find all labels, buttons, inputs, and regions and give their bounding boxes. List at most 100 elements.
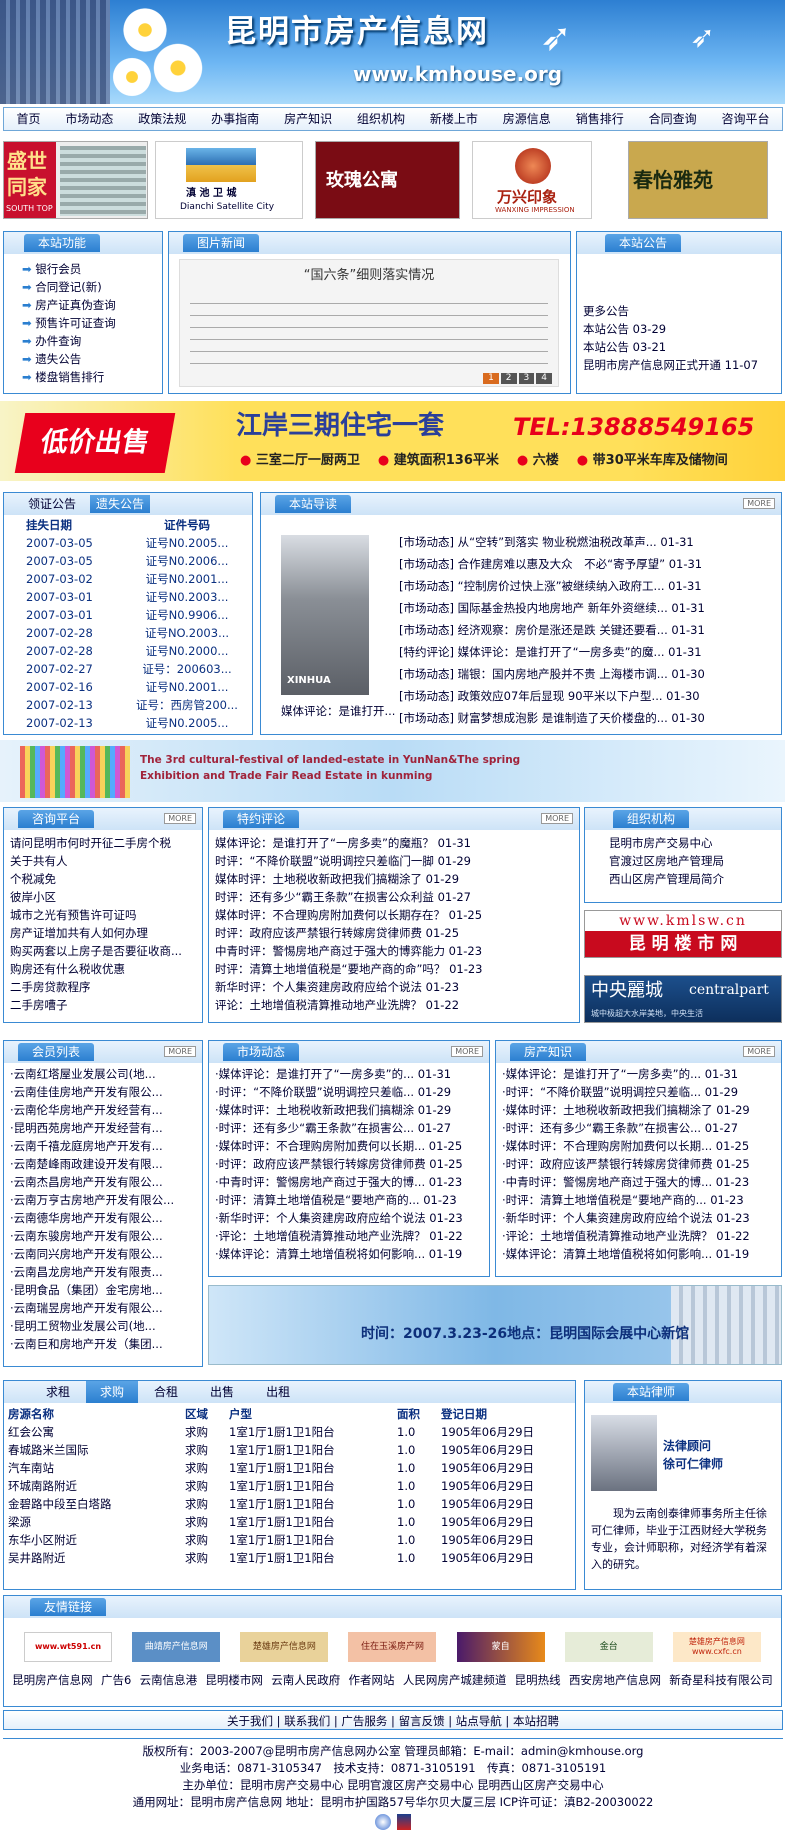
comment-item[interactable]: 新华时评：个人集资建房政府应给个说法 01-23 xyxy=(215,978,573,996)
func-item[interactable]: ➡ 合同登记(新) xyxy=(22,278,156,296)
guide-item[interactable]: [市场动态] 从“空转”到落实 物业税燃油税改革声... 01-31 xyxy=(399,531,705,553)
consult-item[interactable]: 二手房贷款程序 xyxy=(10,978,196,996)
nav-ranking[interactable]: 销售排行 xyxy=(576,112,624,126)
table-row[interactable]: 2007-03-02 证号N0.2001... xyxy=(22,571,242,589)
tab-buy-want[interactable]: 求购 xyxy=(86,1381,139,1403)
consult-item[interactable]: 关于共有人 xyxy=(10,852,196,870)
guide-item[interactable]: [市场动态] 瑞银：国内房地产股并不贵 上海楼市调... 01-30 xyxy=(399,663,705,685)
link-text[interactable]: 人民网房产城建频道 xyxy=(403,1673,507,1688)
table-row[interactable]: 2007-02-28 证号NO.2003... xyxy=(22,625,242,643)
link-logo[interactable]: 金台 xyxy=(564,1632,653,1662)
member-item[interactable]: ·昆明食品（集团）金宅房地... xyxy=(10,1281,196,1299)
ad-rose[interactable]: 玫瑰公寓 xyxy=(315,141,460,219)
member-item[interactable]: ·云南德华房地产开发有限公... xyxy=(10,1209,196,1227)
consult-item[interactable]: 房产证增加共有人如何办理 xyxy=(10,924,196,942)
member-item[interactable]: ·云南巨和房地产开发（集团... xyxy=(10,1335,196,1353)
page-3[interactable]: 3 xyxy=(518,373,535,384)
knowledge-item[interactable]: ·时评：清算土地增值税是“要地产商的... 01-23 xyxy=(502,1191,775,1209)
nav-guide[interactable]: 办事指南 xyxy=(211,112,259,126)
picnews-image[interactable]: “国六条”细则落实情况 1 2 3 4 xyxy=(179,259,559,387)
consult-item[interactable]: 城市之光有预售许可证吗 xyxy=(10,906,196,924)
festival-banner[interactable]: The 3rd cultural-festival of landed-esta… xyxy=(0,740,785,802)
org-item[interactable]: 昆明市房产交易中心 xyxy=(609,834,775,852)
market-item[interactable]: ·时评：“不降价联盟”说明调控只差临... 01-29 xyxy=(215,1083,483,1101)
comment-item[interactable]: 时评：清算土地增值税是“要地产商的命”吗？ 01-23 xyxy=(215,960,573,978)
construction-image[interactable]: XINHUA xyxy=(281,535,369,695)
notice-item[interactable]: 本站公告 03-21 xyxy=(583,338,775,356)
comment-item[interactable]: 时评：“不降价联盟”说明调控只差临门一脚 01-29 xyxy=(215,852,573,870)
table-row[interactable]: 2007-02-13 证号N0.2005... xyxy=(22,715,242,733)
nav-knowledge[interactable]: 房产知识 xyxy=(284,112,332,126)
guide-item[interactable]: [市场动态] 财富梦想成泡影 是谁制造了天价楼盘的... 01-30 xyxy=(399,707,705,729)
ad-dianchi[interactable]: 滇 池 卫 城 Dianchi Satellite City xyxy=(155,141,303,219)
market-item[interactable]: ·评论：土地增值税清算推动地产业洗牌？ 01-22 xyxy=(215,1227,483,1245)
link-text[interactable]: 西安房地产信息网 xyxy=(569,1673,661,1688)
ad-shengshi[interactable]: 盛世同家 SOUTH TOP xyxy=(3,141,148,219)
notice-more[interactable]: 更多公告 xyxy=(583,302,775,320)
member-item[interactable]: ·云南杰昌房地产开发有限公... xyxy=(10,1173,196,1191)
guide-item[interactable]: [市场动态] 合作建房难以惠及大众 不必“寄予厚望” 01-31 xyxy=(399,553,705,575)
market-item[interactable]: ·时评：清算土地增值税是“要地产商的... 01-23 xyxy=(215,1191,483,1209)
table-row[interactable]: 金碧路中段至白塔路 求购 1室1厅1厨1卫1阳台 1.0 1905年06月29日 xyxy=(4,1496,538,1514)
footer-links[interactable]: 关于我们 | 联系我们 | 广告服务 | 留言反馈 | 站点导航 | 本站招聘 xyxy=(3,1710,783,1730)
ad-chunyi[interactable]: 春怡雅苑 xyxy=(628,141,768,219)
member-item[interactable]: ·云南楚峰雨政建设开发有限... xyxy=(10,1155,196,1173)
table-row[interactable]: 东华小区附近 求购 1室1厅1厨1卫1阳台 1.0 1905年06月29日 xyxy=(4,1532,538,1550)
promo-banner[interactable]: 低价出售 江岸三期住宅一套 TEL:13888549165 ● 三室二厅一厨两卫… xyxy=(0,401,785,481)
tab-certs[interactable]: 领证公告 xyxy=(28,497,76,511)
comment-item[interactable]: 时评：还有多少“霸王条款”在损害公众利益 01-27 xyxy=(215,888,573,906)
ad-wanxing[interactable]: 万兴印象 WANXING IMPRESSION xyxy=(472,141,592,219)
consult-item[interactable]: 购房还有什么税收优惠 xyxy=(10,960,196,978)
tab-sale[interactable]: 出售 xyxy=(194,1381,250,1403)
func-item[interactable]: ➡ 预售许可证查询 xyxy=(22,314,156,332)
more-button[interactable]: MORE xyxy=(164,813,196,824)
table-row[interactable]: 汽车南站 求购 1室1厅1厨1卫1阳台 1.0 1905年06月29日 xyxy=(4,1460,538,1478)
func-item[interactable]: ➡ 遗失公告 xyxy=(22,350,156,368)
guide-item[interactable]: [市场动态] “控制房价过快上涨”被继续纳入政府工... 01-31 xyxy=(399,575,705,597)
nav-consult[interactable]: 咨询平台 xyxy=(722,112,770,126)
table-row[interactable]: 2007-02-28 证号N0.2000... xyxy=(22,643,242,661)
more-button[interactable]: MORE xyxy=(451,1046,483,1057)
knowledge-item[interactable]: ·时评：还有多少“霸王条款”在损害公... 01-27 xyxy=(502,1119,775,1137)
badge-icon[interactable] xyxy=(375,1814,391,1830)
guide-item[interactable]: [市场动态] 国际基金热投内地房地产 新年外资继续... 01-31 xyxy=(399,597,705,619)
more-button[interactable]: MORE xyxy=(164,1046,196,1057)
func-item[interactable]: ➡ 银行会员 xyxy=(22,260,156,278)
police-icon[interactable] xyxy=(397,1814,411,1830)
guide-item[interactable]: [市场动态] 政策效应07年后显现 90平米以下户型... 01-30 xyxy=(399,685,705,707)
link-logo[interactable]: 住在玉溪房产网 xyxy=(348,1632,437,1662)
link-text[interactable]: 云南人民政府 xyxy=(271,1673,340,1688)
knowledge-item[interactable]: ·时评：政府应该严禁银行转嫁房贷律师费 01-25 xyxy=(502,1155,775,1173)
org-item[interactable]: 官渡过区房地产管理局 xyxy=(609,852,775,870)
link-text[interactable]: 昆明热线 xyxy=(515,1673,561,1688)
knowledge-item[interactable]: ·媒体时评：土地税收新政把我们搞糊涂了 01-29 xyxy=(502,1101,775,1119)
expo-banner[interactable]: 时间：2007.3.23-26地点：昆明国际会展中心新馆 xyxy=(208,1285,782,1365)
market-item[interactable]: ·媒体时评：不合理购房附加费何以长期... 01-25 xyxy=(215,1137,483,1155)
func-item[interactable]: ➡ 房产证真伪查询 xyxy=(22,296,156,314)
link-text[interactable]: 昆明楼市网 xyxy=(205,1673,263,1688)
consult-item[interactable]: 购买两套以上房子是否要征收商... xyxy=(10,942,196,960)
market-item[interactable]: ·新华时评：个人集资建房政府应给个说法 01-23 xyxy=(215,1209,483,1227)
consult-item[interactable]: 个税减免 xyxy=(10,870,196,888)
notice-item[interactable]: 本站公告 03-29 xyxy=(583,320,775,338)
member-item[interactable]: ·云南瑞昱房地产开发有限公... xyxy=(10,1299,196,1317)
member-item[interactable]: ·云南同兴房地产开发有限公... xyxy=(10,1245,196,1263)
table-row[interactable]: 梁源 求购 1室1厅1厨1卫1阳台 1.0 1905年06月29日 xyxy=(4,1514,538,1532)
table-row[interactable]: 2007-02-16 证号N0.2001... xyxy=(22,679,242,697)
link-text[interactable]: 广告6 xyxy=(101,1673,131,1688)
link-text[interactable]: 作者网站 xyxy=(349,1673,395,1688)
more-button[interactable]: MORE xyxy=(541,813,573,824)
knowledge-item[interactable]: ·新华时评：个人集资建房政府应给个说法 01-23 xyxy=(502,1209,775,1227)
comment-item[interactable]: 媒体时评：不合理购房附加费何以长期存在？ 01-25 xyxy=(215,906,573,924)
comment-item[interactable]: 评论：土地增值税清算推动地产业洗牌？ 01-22 xyxy=(215,996,573,1014)
notice-item[interactable]: 昆明市房产信息网正式开通 11-07 xyxy=(583,356,775,374)
knowledge-item[interactable]: ·媒体评论：是谁打开了“一房多卖”的... 01-31 xyxy=(502,1065,775,1083)
knowledge-item[interactable]: ·时评：“不降价联盟”说明调控只差临... 01-29 xyxy=(502,1083,775,1101)
comment-item[interactable]: 媒体评论：是谁打开了“一房多卖”的魔瓶？ 01-31 xyxy=(215,834,573,852)
func-item[interactable]: ➡ 楼盘销售排行 xyxy=(22,368,156,386)
nav-policy[interactable]: 政策法规 xyxy=(138,112,186,126)
tab-share[interactable]: 合租 xyxy=(138,1381,194,1403)
link-text[interactable]: 新奇星科技有限公司 xyxy=(669,1673,773,1688)
consult-item[interactable]: 二手房嘈子 xyxy=(10,996,196,1014)
market-item[interactable]: ·时评：还有多少“霸王条款”在损害公... 01-27 xyxy=(215,1119,483,1137)
